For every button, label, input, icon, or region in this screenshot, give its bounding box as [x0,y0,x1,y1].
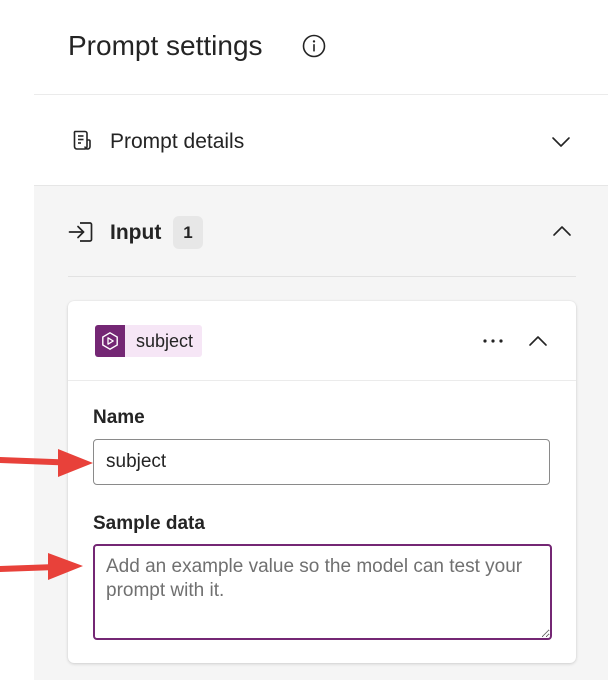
sign-in-arrow-icon [68,222,93,242]
variable-chip[interactable]: subject [95,325,202,357]
page-title: Prompt settings [68,30,263,61]
annotation-arrow-icon [0,553,83,580]
more-options-icon[interactable] [480,331,506,351]
section-border [34,185,608,186]
sample-data-textarea[interactable] [93,544,552,640]
variable-chip-label: subject [136,331,194,351]
input-variable-card: subject Name Sample data [68,301,576,663]
sample-data-label: Sample data [93,513,205,534]
info-icon[interactable] [302,34,326,58]
collapse-card-chevron-icon[interactable] [526,329,550,353]
name-input[interactable] [93,439,550,485]
prompt-details-label: Prompt details [110,130,245,153]
card-divider [68,380,576,381]
dataverse-icon [102,331,118,351]
chip-icon-box [95,325,125,357]
name-field-label: Name [93,407,145,428]
prompt-details-accordion[interactable]: Prompt details [34,95,608,185]
input-section: Input 1 subject Name Sample data [34,185,608,680]
chevron-up-icon[interactable] [550,219,574,243]
annotation-arrow-icon [0,449,93,477]
input-count-badge: 1 [173,216,203,249]
chevron-down-icon[interactable] [549,130,573,154]
document-icon [73,130,91,150]
input-section-label[interactable]: Input [110,220,161,246]
panel-header: Prompt settings [0,0,608,94]
section-divider [68,276,576,277]
